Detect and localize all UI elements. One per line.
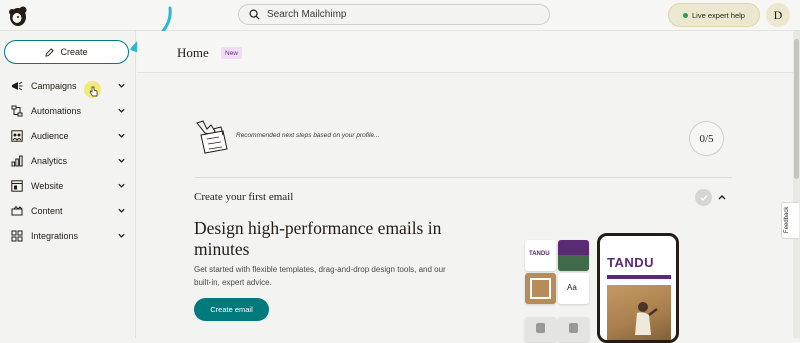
bar-chart-icon bbox=[10, 154, 23, 167]
content-icon bbox=[10, 204, 23, 217]
audience-icon bbox=[10, 129, 23, 142]
megaphone-icon bbox=[10, 79, 23, 92]
hand-cursor-icon bbox=[89, 86, 98, 97]
search-placeholder: Search Mailchimp bbox=[267, 9, 347, 20]
search-icon bbox=[249, 9, 260, 20]
avatar[interactable]: D bbox=[766, 3, 790, 27]
chevron-down-icon bbox=[118, 83, 125, 88]
divider bbox=[195, 177, 732, 178]
scrollbar-thumb[interactable] bbox=[794, 39, 799, 179]
sidebar-item-label: Content bbox=[31, 205, 63, 216]
sidebar-item-label: Automations bbox=[31, 105, 82, 116]
chevron-down-icon bbox=[118, 108, 125, 113]
tile-photo bbox=[525, 273, 556, 304]
preview-brand: TANDU bbox=[607, 255, 655, 270]
tile-font-sample: Aa bbox=[558, 273, 589, 304]
chevron-down-icon bbox=[118, 133, 125, 138]
expert-help-label: Live expert help bbox=[692, 10, 745, 20]
tile-color-swatch bbox=[558, 240, 589, 271]
chevron-down-icon bbox=[118, 158, 125, 163]
recommendation-text: Recommended next steps based on your pro… bbox=[236, 132, 380, 139]
checkmark-icon bbox=[700, 194, 707, 201]
progress-counter: 0/5 bbox=[689, 121, 724, 156]
sidebar-item-integrations[interactable]: Integrations bbox=[0, 223, 136, 248]
tile-placeholder bbox=[558, 317, 589, 342]
sidebar-item-label: Campaigns bbox=[31, 80, 77, 91]
preview-photo bbox=[607, 285, 671, 340]
tile-placeholder bbox=[525, 317, 556, 342]
chevron-up-icon[interactable] bbox=[718, 194, 726, 201]
template-tiles: TANDU Aa bbox=[521, 236, 591, 306]
sidebar-item-label: Integrations bbox=[31, 230, 79, 241]
section-title: Create your first email bbox=[194, 191, 294, 203]
chevron-down-icon bbox=[118, 183, 125, 188]
top-bar: Search Mailchimp Live expert help D bbox=[0, 0, 800, 31]
feedback-label: Feedback bbox=[784, 206, 790, 233]
tile-brand: TANDU bbox=[525, 240, 556, 271]
sidebar-item-website[interactable]: Website bbox=[0, 173, 136, 198]
sidebar-item-label: Website bbox=[31, 180, 64, 191]
sidebar-item-content[interactable]: Content bbox=[0, 198, 136, 223]
checklist-illustration-icon bbox=[196, 120, 228, 154]
font-sample-text: Aa bbox=[567, 283, 577, 292]
step-complete-toggle[interactable] bbox=[695, 189, 712, 206]
preview-brand-bar bbox=[607, 275, 671, 279]
chevron-down-icon bbox=[118, 208, 125, 213]
sidebar-item-analytics[interactable]: Analytics bbox=[0, 148, 136, 173]
template-tiles-lower bbox=[521, 313, 591, 343]
feedback-tab[interactable]: Feedback bbox=[781, 202, 799, 239]
online-status-dot-icon bbox=[683, 12, 689, 18]
sidebar-item-campaigns[interactable]: Campaigns bbox=[0, 73, 136, 98]
tile-brand-text: TANDU bbox=[529, 251, 550, 257]
pencil-icon bbox=[45, 47, 55, 57]
mailchimp-logo-icon[interactable] bbox=[6, 4, 30, 28]
sidebar-item-automations[interactable]: Automations bbox=[0, 98, 136, 123]
new-badge: New bbox=[221, 47, 243, 59]
page-scrollbar[interactable] bbox=[793, 31, 800, 338]
search-bar[interactable]: Search Mailchimp bbox=[238, 4, 550, 25]
chevron-down-icon bbox=[118, 233, 125, 238]
create-button-label: Create bbox=[60, 47, 88, 57]
hero-headline: Design high-performance emails in minute… bbox=[194, 218, 442, 259]
sidebar-item-label: Audience bbox=[31, 130, 69, 141]
page-title: Home bbox=[177, 45, 209, 60]
live-expert-help-button[interactable]: Live expert help bbox=[668, 3, 760, 27]
sidebar: Create Campaigns Automations Audience An… bbox=[0, 31, 136, 338]
hero-description: Get started with flexible templates, dra… bbox=[194, 265, 446, 287]
automation-icon bbox=[10, 104, 23, 117]
email-phone-preview: TANDU bbox=[597, 233, 679, 343]
create-button[interactable]: Create bbox=[4, 40, 129, 64]
create-email-button[interactable]: Create email bbox=[194, 298, 269, 321]
sidebar-item-label: Analytics bbox=[31, 155, 68, 166]
grid-icon bbox=[10, 229, 23, 242]
website-icon bbox=[10, 179, 23, 192]
sidebar-item-audience[interactable]: Audience bbox=[0, 123, 136, 148]
sidebar-nav: Campaigns Automations Audience Analytics bbox=[0, 73, 136, 248]
